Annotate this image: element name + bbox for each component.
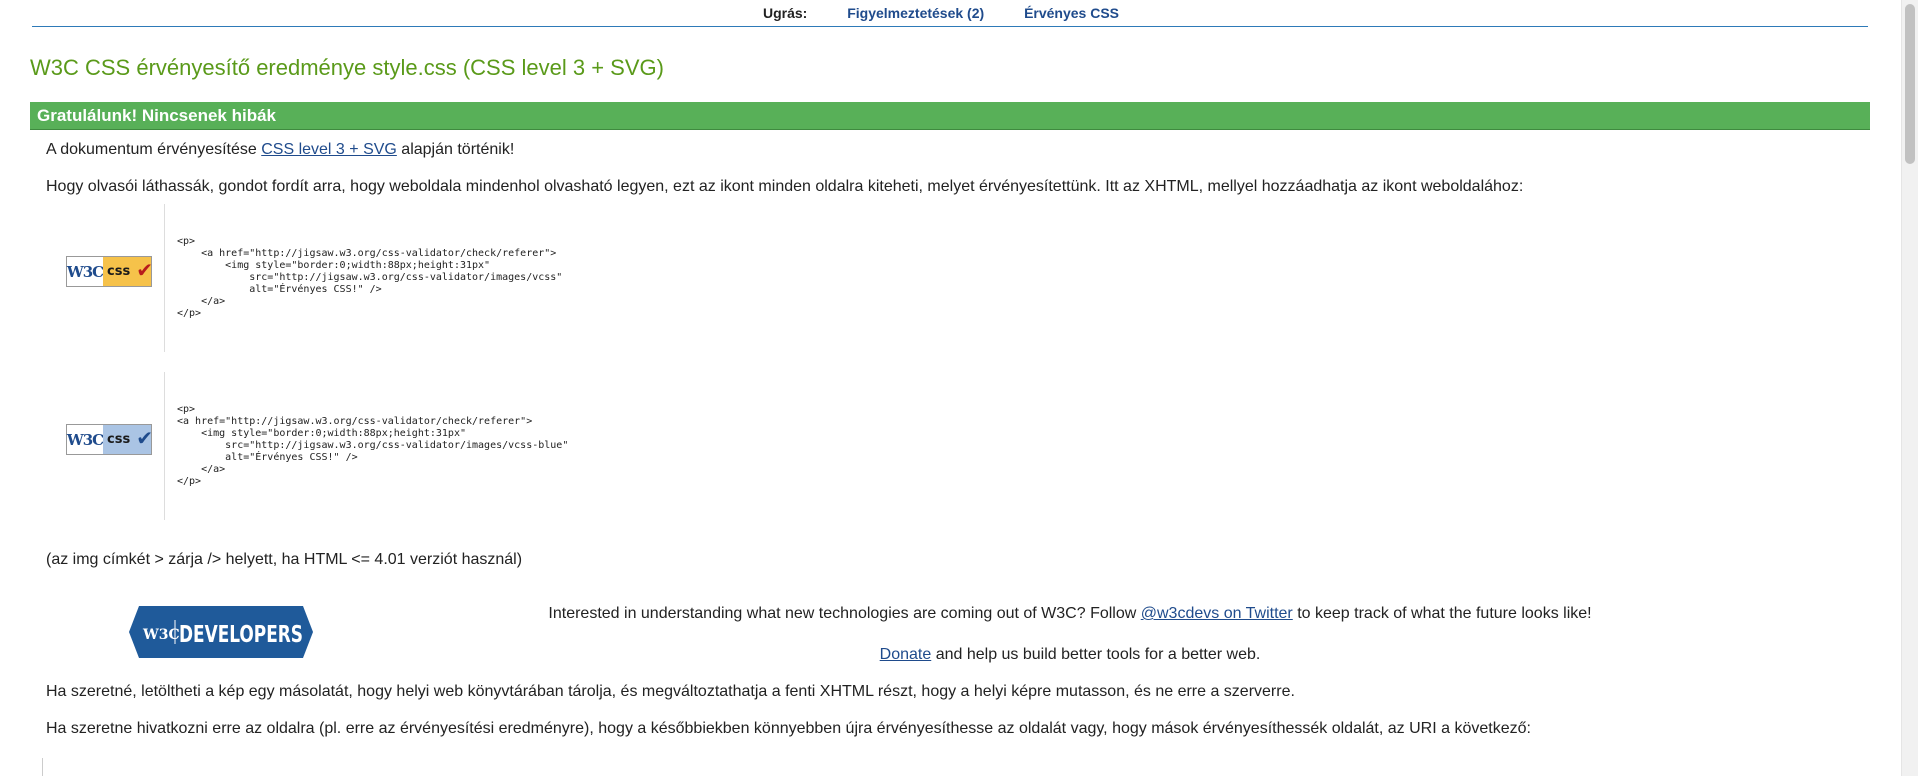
badge-block-blue: W3C css ✔ <p> <a href="http://jigsaw.w3.… bbox=[46, 372, 746, 520]
vertical-scrollbar[interactable] bbox=[1901, 0, 1918, 776]
css-label: css bbox=[107, 432, 131, 447]
w3cdevs-promo: Interested in understanding what new tec… bbox=[490, 605, 1650, 623]
donate-suffix: and help us build better tools for a bet… bbox=[931, 646, 1261, 663]
valid-css-gold-badge[interactable]: W3C css ✔ bbox=[66, 256, 153, 287]
w3cdevs-twitter-link[interactable]: @w3cdevs on Twitter bbox=[1141, 605, 1293, 622]
scrollbar-thumb[interactable] bbox=[1905, 4, 1915, 164]
w3c-developers-logo[interactable]: W3C DEVELOPERS bbox=[129, 606, 313, 658]
valid-css-blue-badge[interactable]: W3C css ✔ bbox=[66, 424, 153, 455]
validator-result-page: Ugrás: Figyelmeztetések (2) Érvényes CSS… bbox=[0, 0, 1918, 776]
badge-xhtml-snippet: <p> <a href="http://jigsaw.w3.org/css-va… bbox=[177, 404, 569, 487]
badge-block-gold: W3C css ✔ <p> <a href="http://jigsaw.w3.… bbox=[46, 204, 746, 352]
badge-code-gold: <p> <a href="http://jigsaw.w3.org/css-va… bbox=[164, 204, 562, 352]
page-title: W3C CSS érvényesítő eredménye style.css … bbox=[30, 55, 664, 80]
validation-prefix: A dokumentum érvényesítése bbox=[46, 141, 262, 158]
download-paragraph: Ha szeretné, letöltheti a kép egy másola… bbox=[46, 683, 1295, 700]
checkmark-icon: ✔ bbox=[136, 426, 153, 450]
jump-navigation: Ugrás: Figyelmeztetések (2) Érvényes CSS bbox=[32, 0, 1868, 27]
donate-line: Donate and help us build better tools fo… bbox=[490, 646, 1650, 664]
img-tag-note: (az img címkét > zárja /> helyett, ha HT… bbox=[46, 551, 523, 568]
w3cdevs-prefix: Interested in understanding what new tec… bbox=[548, 605, 1141, 622]
uri-box-edge bbox=[42, 758, 43, 776]
css-badge-part: css ✔ bbox=[103, 425, 153, 454]
link-paragraph: Ha szeretne hivatkozni erre az oldalra (… bbox=[46, 720, 1531, 737]
jump-label: Ugrás: bbox=[762, 5, 808, 21]
css-badge-part: css ✔ bbox=[103, 257, 153, 286]
congratulations-banner: Gratulálunk! Nincsenek hibák bbox=[30, 102, 1870, 130]
warnings-link[interactable]: Figyelmeztetések (2) bbox=[847, 5, 984, 21]
validation-profile-line: A dokumentum érvényesítése CSS level 3 +… bbox=[46, 141, 514, 159]
checkmark-icon: ✔ bbox=[136, 258, 153, 282]
valid-css-link[interactable]: Érvényes CSS bbox=[1024, 5, 1119, 21]
dev-logo-text: DEVELOPERS bbox=[179, 622, 303, 648]
developers-badge-icon: W3C DEVELOPERS bbox=[129, 606, 313, 658]
badge-xhtml-snippet: <p> <a href="http://jigsaw.w3.org/css-va… bbox=[177, 236, 563, 319]
badge-code-blue: <p> <a href="http://jigsaw.w3.org/css-va… bbox=[164, 372, 568, 520]
dev-logo-w3c: W3C bbox=[142, 627, 180, 643]
w3cdevs-suffix: to keep track of what the future looks l… bbox=[1292, 605, 1592, 622]
w3c-logo-text: W3C bbox=[66, 430, 104, 449]
validation-suffix: alapján történik! bbox=[396, 141, 515, 158]
css-profile-link[interactable]: CSS level 3 + SVG bbox=[261, 141, 397, 158]
donate-link[interactable]: Donate bbox=[880, 646, 932, 663]
css-label: css bbox=[107, 264, 131, 279]
w3c-logo-text: W3C bbox=[66, 262, 104, 281]
readers-paragraph: Hogy olvasói láthassák, gondot fordít ar… bbox=[46, 178, 1524, 195]
